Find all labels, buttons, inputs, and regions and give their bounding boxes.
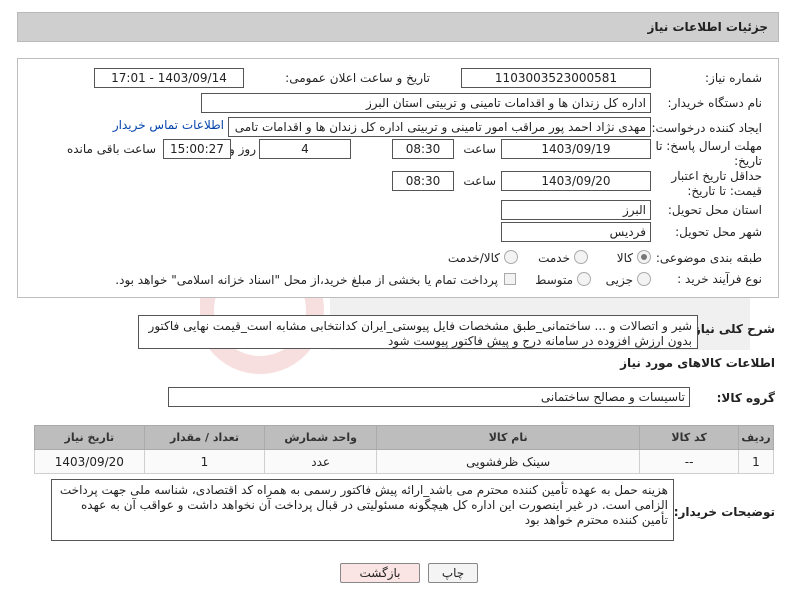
city-field: فردیس	[501, 222, 651, 242]
col-need-date: تاریخ نیاز	[34, 425, 145, 450]
purchase-type-label: نوع فرآیند خرید :	[677, 272, 762, 286]
col-item-name: نام کالا	[376, 425, 641, 450]
col-item-code: کد کالا	[639, 425, 739, 450]
buyer-notes-label: توضیحات خریدار:	[673, 505, 775, 519]
response-date-field: 1403/09/19	[501, 139, 651, 159]
goods-group-label: گروه کالا:	[716, 391, 775, 405]
response-time-label: ساعت	[463, 142, 496, 156]
buyer-org-field: اداره کل زندان ها و اقدامات تامینی و ترب…	[201, 93, 651, 113]
price-validity-label: حداقل تاریخ اعتبار قیمت: تا تاریخ:	[671, 169, 762, 198]
need-number-field: 1103003523000581	[461, 68, 651, 88]
remaining-label: ساعت باقی مانده	[66, 142, 156, 156]
days-label: روز و	[229, 142, 256, 156]
cell-unit: عدد	[264, 449, 378, 474]
treasury-checkbox[interactable]	[504, 273, 516, 285]
price-validity-time-label: ساعت	[463, 174, 496, 188]
category-option-goods: کالا	[616, 251, 633, 265]
goods-info-title: اطلاعات کالاهای مورد نیاز	[620, 356, 775, 370]
buyer-contact-link[interactable]: اطلاعات تماس خریدار	[113, 118, 224, 132]
city-label: شهر محل تحویل:	[675, 225, 762, 239]
purchase-radio-medium[interactable]	[577, 272, 591, 286]
response-deadline-label: مهلت ارسال پاسخ: تا تاریخ:	[655, 139, 762, 168]
cell-quantity: 1	[143, 449, 266, 474]
announce-datetime-field: 1403/09/14 - 17:01	[94, 68, 244, 88]
buyer-org-label: نام دستگاه خریدار:	[667, 96, 763, 110]
requester-label: ایجاد کننده درخواست:	[651, 121, 762, 135]
table-header-row: ردیف کد کالا نام کالا واحد شمارش تعداد /…	[34, 425, 775, 450]
requester-field: مهدی نژاد احمد پور مراقب امور تامینی و ت…	[228, 117, 651, 137]
goods-group-field: تاسیسات و مصالح ساختمانی	[168, 387, 690, 407]
goods-table: ردیف کد کالا نام کالا واحد شمارش تعداد /…	[34, 425, 775, 474]
price-validity-date-field: 1403/09/20	[501, 171, 651, 191]
category-option-service: خدمت	[538, 251, 570, 265]
category-radio-goods-service[interactable]	[504, 250, 518, 264]
print-button[interactable]: چاپ	[428, 563, 478, 583]
announce-datetime-label: تاریخ و ساعت اعلان عمومی:	[285, 71, 430, 85]
province-field: البرز	[501, 200, 651, 220]
remaining-time-field: 15:00:27	[163, 139, 231, 159]
need-number-label: شماره نیاز:	[705, 71, 762, 85]
category-label: طبقه بندی موضوعی:	[655, 251, 762, 265]
col-unit: واحد شمارش	[264, 425, 378, 450]
col-quantity: تعداد / مقدار	[143, 425, 266, 450]
description-field: شیر و اتصالات و ... ساختمانی_طبق مشخصات …	[138, 315, 698, 349]
response-time-field: 08:30	[392, 139, 454, 159]
table-row: 1 -- سینک ظرفشویی عدد 1 1403/09/20	[34, 449, 775, 474]
cell-need-date: 1403/09/20	[34, 449, 145, 474]
purchase-radio-minor[interactable]	[637, 272, 651, 286]
price-validity-time-field: 08:30	[392, 171, 454, 191]
cell-row-number: 1	[737, 449, 775, 474]
page-header: جزئیات اطلاعات نیاز	[17, 12, 779, 42]
cell-item-name: سینک ظرفشویی	[376, 449, 641, 474]
purchase-option-minor: جزیی	[605, 273, 633, 287]
details-panel: شماره نیاز: 1103003523000581 تاریخ و ساع…	[17, 58, 779, 298]
category-option-goods-service: کالا/خدمت	[447, 251, 500, 265]
buyer-notes-field: هزینه حمل به عهده تأمین کننده محترم می ب…	[51, 479, 674, 541]
province-label: استان محل تحویل:	[667, 203, 762, 217]
category-radio-service[interactable]	[574, 250, 588, 264]
page-title: جزئیات اطلاعات نیاز	[647, 20, 768, 34]
cell-item-code: --	[639, 449, 739, 474]
col-row-number: ردیف	[737, 425, 775, 450]
category-radio-goods[interactable]	[637, 250, 651, 264]
days-remaining-field: 4	[259, 139, 351, 159]
back-button[interactable]: بازگشت	[340, 563, 420, 583]
purchase-option-medium: متوسط	[535, 273, 573, 287]
description-label: شرح کلی نیاز:	[689, 322, 775, 336]
treasury-note: پرداخت تمام یا بخشی از مبلغ خرید،از محل …	[115, 273, 498, 287]
